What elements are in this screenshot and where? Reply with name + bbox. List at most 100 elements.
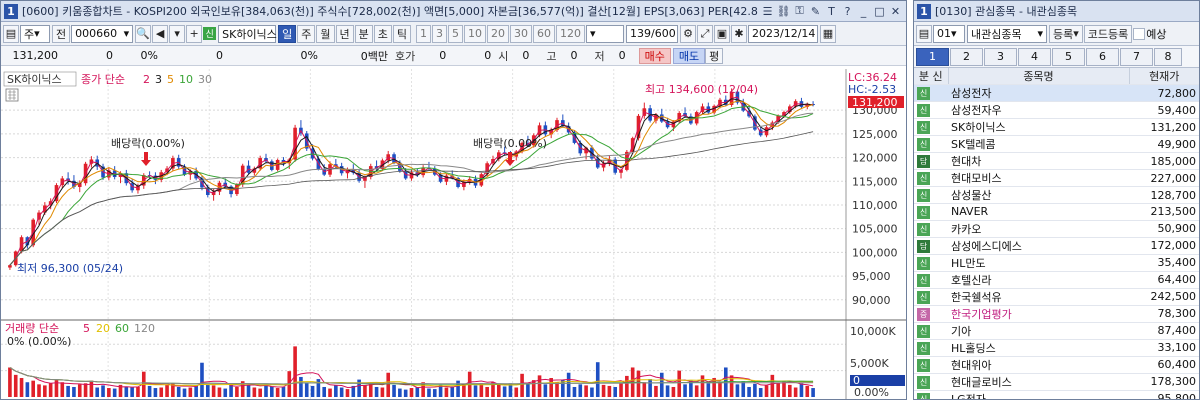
table-row[interactable]: 신 삼성물산 128,700 (914, 186, 1199, 204)
interval-60[interactable]: 60 (533, 24, 555, 43)
sound-icon[interactable]: ◀ (152, 24, 169, 43)
row-stock-name[interactable]: 현대모비스 (948, 169, 1129, 187)
interval-120[interactable]: 120 (556, 24, 585, 43)
table-row[interactable]: 증 한국기업평가 78,300 (914, 305, 1199, 323)
tab-5[interactable]: 5 (1052, 47, 1085, 66)
row-stock-name[interactable]: 삼성에스디에스 (948, 237, 1129, 255)
table-row[interactable]: 신 카카오 50,900 (914, 220, 1199, 238)
gear-icon[interactable]: ✱ (731, 24, 747, 43)
interval-1[interactable]: 1 (416, 24, 431, 43)
dropdown-icon[interactable]: ▾ (169, 24, 186, 43)
add-icon[interactable]: + (186, 24, 203, 43)
interval-20[interactable]: 20 (487, 24, 509, 43)
tab-6[interactable]: 6 (1086, 47, 1119, 66)
table-row[interactable]: 신 LG전자 95,800 (914, 390, 1199, 399)
period-type-select[interactable]: 주 ▾ (20, 24, 50, 43)
period-day[interactable]: 일 (278, 24, 297, 43)
row-stock-name[interactable]: SK텔레콤 (948, 135, 1129, 153)
table-row[interactable]: 신 SK하이닉스 131,200 (914, 118, 1199, 136)
table-row[interactable]: 신 NAVER 213,500 (914, 203, 1199, 221)
pin-icon[interactable]: ✎ (808, 4, 823, 19)
period-month[interactable]: 월 (316, 24, 335, 43)
row-stock-name[interactable]: 삼성물산 (948, 186, 1129, 204)
row-stock-name[interactable]: HL홀딩스 (948, 339, 1129, 357)
tab-3[interactable]: 3 (984, 47, 1017, 66)
row-stock-name[interactable]: 현대차 (948, 152, 1129, 170)
table-row[interactable]: 신 한국쉘석유 242,500 (914, 288, 1199, 306)
price-chart[interactable]: 130,000125,000120,000115,000110,000105,0… (1, 69, 906, 400)
save-icon[interactable]: ▣ (714, 24, 730, 43)
count-field[interactable]: 139/600 (626, 24, 678, 43)
table-row[interactable]: 신 현대위아 60,400 (914, 356, 1199, 374)
lock-icon[interactable]: ⚿ (792, 4, 807, 19)
stock-name-field[interactable]: SK하이닉스 (218, 24, 277, 43)
header-name[interactable]: 종목명 (948, 68, 1130, 85)
expand-icon[interactable]: ⤢ (697, 24, 713, 43)
table-row[interactable]: 신 현대글로비스 178,300 (914, 373, 1199, 391)
table-row[interactable]: 신 호텔신라 64,400 (914, 271, 1199, 289)
table-row[interactable]: 신 HL만도 35,400 (914, 254, 1199, 272)
table-row[interactable]: 신 현대모비스 227,000 (914, 169, 1199, 187)
row-stock-name[interactable]: HL만도 (948, 254, 1129, 272)
minimize-icon[interactable]: _ (856, 4, 871, 19)
maximize-icon[interactable]: □ (872, 4, 887, 19)
menu-icon[interactable]: ☰ (760, 4, 775, 19)
period-tick[interactable]: 틱 (392, 24, 411, 43)
tab-7[interactable]: 7 (1120, 47, 1153, 66)
tab-2[interactable]: 2 (950, 47, 983, 66)
period-second[interactable]: 초 (373, 24, 392, 43)
group-number-select[interactable]: 01 ▾ (933, 24, 965, 43)
avg-button[interactable]: 평 (705, 47, 724, 64)
buy-button[interactable]: 매수 (638, 47, 671, 64)
calendar-icon[interactable]: ▦ (820, 24, 836, 43)
interval-5[interactable]: 5 (448, 24, 463, 43)
code-register-button[interactable]: 코드등록 (1083, 24, 1133, 43)
tab-8[interactable]: 8 (1154, 47, 1182, 66)
group-name-select[interactable]: 내관심종목 ▾ (967, 24, 1047, 43)
interval-custom[interactable]: ▾ (586, 24, 624, 43)
row-stock-name[interactable]: 현대위아 (948, 356, 1129, 374)
row-stock-name[interactable]: 기아 (948, 322, 1129, 340)
interval-30[interactable]: 30 (510, 24, 532, 43)
row-stock-name[interactable]: 삼성전자 (948, 84, 1129, 102)
table-row[interactable]: 신 삼성전자우 59,400 (914, 101, 1199, 119)
row-stock-name[interactable]: 현대글로비스 (948, 373, 1129, 391)
table-row[interactable]: 담 삼성에스디에스 172,000 (914, 237, 1199, 255)
window-T-icon[interactable]: T (824, 4, 839, 19)
table-row[interactable]: 담 현대차 185,000 (914, 152, 1199, 170)
close-icon[interactable]: ✕ (888, 4, 903, 19)
stock-code-input[interactable]: 000660 ▾ (71, 24, 134, 43)
row-stock-name[interactable]: LG전자 (948, 390, 1129, 399)
row-stock-name[interactable]: 한국기업평가 (948, 305, 1129, 323)
table-row[interactable]: 신 HL홀딩스 33,100 (914, 339, 1199, 357)
row-stock-name[interactable]: NAVER (948, 203, 1129, 221)
list-icon[interactable]: ▤ (916, 24, 932, 43)
search-icon[interactable]: 🔍 (135, 24, 152, 43)
header-category[interactable]: 분 신 (914, 68, 949, 85)
help-icon[interactable]: ? (840, 4, 855, 19)
period-year[interactable]: 년 (335, 24, 354, 43)
table-row[interactable]: 신 SK텔레콤 49,900 (914, 135, 1199, 153)
row-stock-name[interactable]: 한국쉘석유 (948, 288, 1129, 306)
row-stock-name[interactable]: 카카오 (948, 220, 1129, 238)
period-minute[interactable]: 분 (354, 24, 373, 43)
link-icon[interactable]: ⛓ (776, 4, 791, 19)
date-field[interactable]: 2023/12/14 (748, 24, 818, 43)
interval-3[interactable]: 3 (432, 24, 447, 43)
tab-4[interactable]: 4 (1018, 47, 1051, 66)
settings-icon[interactable]: ⚙ (680, 24, 696, 43)
chart-type-icon[interactable]: ▤ (3, 24, 19, 43)
prev-button[interactable]: 전 (52, 24, 71, 43)
period-week[interactable]: 주 (297, 24, 316, 43)
row-stock-name[interactable]: 호텔신라 (948, 271, 1129, 289)
sell-button[interactable]: 매도 (672, 47, 706, 64)
table-row[interactable]: 신 기아 87,400 (914, 322, 1199, 340)
interval-10[interactable]: 10 (464, 24, 486, 43)
header-price[interactable]: 현재가 (1129, 68, 1199, 85)
register-button[interactable]: 등록 ▾ (1049, 24, 1083, 43)
preview-checkbox[interactable] (1133, 27, 1146, 40)
table-row[interactable]: 신 삼성전자 72,800 (914, 84, 1199, 102)
row-stock-name[interactable]: SK하이닉스 (948, 118, 1129, 136)
tab-1[interactable]: 1 (916, 47, 949, 66)
row-stock-name[interactable]: 삼성전자우 (948, 101, 1129, 119)
